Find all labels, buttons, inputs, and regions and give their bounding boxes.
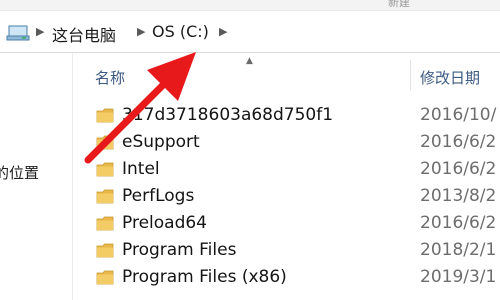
file-name[interactable]: 317d3718603a68d750f1 xyxy=(122,105,333,125)
file-name[interactable]: Preload64 xyxy=(122,213,207,233)
sort-ascending-icon: ▲ xyxy=(246,56,253,66)
file-row[interactable]: Preload64 2016/6/2 xyxy=(76,212,500,239)
folder-icon xyxy=(96,243,114,258)
file-date: 2018/2/1 xyxy=(420,240,497,260)
file-row[interactable]: 317d3718603a68d750f1 2016/10/ xyxy=(76,104,500,131)
ribbon-new-label[interactable]: 新建 xyxy=(388,0,410,10)
folder-icon xyxy=(96,189,114,204)
file-row[interactable]: Program Files 2018/2/1 xyxy=(76,239,500,266)
file-date: 2019/3/1 xyxy=(420,267,497,287)
file-name[interactable]: Program Files xyxy=(122,240,236,260)
this-pc-icon xyxy=(6,25,30,41)
navigation-pane: 的位置 xyxy=(0,53,70,300)
file-row[interactable]: eSupport 2016/6/2 xyxy=(76,131,500,158)
column-header-row: 名称 ▲ 修改日期 xyxy=(76,56,500,94)
file-name[interactable]: PerfLogs xyxy=(122,186,194,206)
chevron-right-icon[interactable]: ▶ xyxy=(137,25,145,38)
file-name[interactable]: eSupport xyxy=(122,132,200,152)
column-divider[interactable] xyxy=(410,60,411,90)
column-header-date-modified[interactable]: 修改日期 xyxy=(420,67,480,88)
folder-icon xyxy=(96,108,114,123)
file-date: 2016/6/2 xyxy=(420,213,497,233)
chevron-right-icon[interactable]: ▶ xyxy=(219,25,227,38)
file-date: 2013/8/2 xyxy=(420,186,497,206)
ribbon-strip: 新建 xyxy=(0,0,500,11)
file-date: 2016/6/2 xyxy=(420,132,497,152)
file-name[interactable]: Intel xyxy=(122,159,160,179)
file-date: 2016/6/2 xyxy=(420,159,497,179)
breadcrumb-item-this-pc[interactable]: 这台电脑 xyxy=(52,22,116,46)
file-list: 317d3718603a68d750f1 2016/10/ eSupport 2… xyxy=(76,104,500,293)
folder-icon xyxy=(96,270,114,285)
nav-item-label[interactable]: 的位置 xyxy=(0,162,39,183)
file-date: 2016/10/ xyxy=(420,105,497,125)
chevron-right-icon[interactable]: ▶ xyxy=(36,25,44,38)
file-row[interactable]: Intel 2016/6/2 xyxy=(76,158,500,185)
address-bar[interactable]: ▶ 这台电脑 ▶ OS (C:) ▶ xyxy=(0,14,500,53)
folder-icon xyxy=(96,162,114,177)
file-name[interactable]: Program Files (x86) xyxy=(122,267,287,287)
file-row[interactable]: Program Files (x86) 2019/3/1 xyxy=(76,266,500,293)
folder-icon xyxy=(96,135,114,150)
pane-divider[interactable] xyxy=(72,53,73,300)
column-header-name[interactable]: 名称 xyxy=(95,67,125,88)
folder-icon xyxy=(96,216,114,231)
breadcrumb-item-drive-c[interactable]: OS (C:) xyxy=(152,22,209,41)
file-row[interactable]: PerfLogs 2013/8/2 xyxy=(76,185,500,212)
